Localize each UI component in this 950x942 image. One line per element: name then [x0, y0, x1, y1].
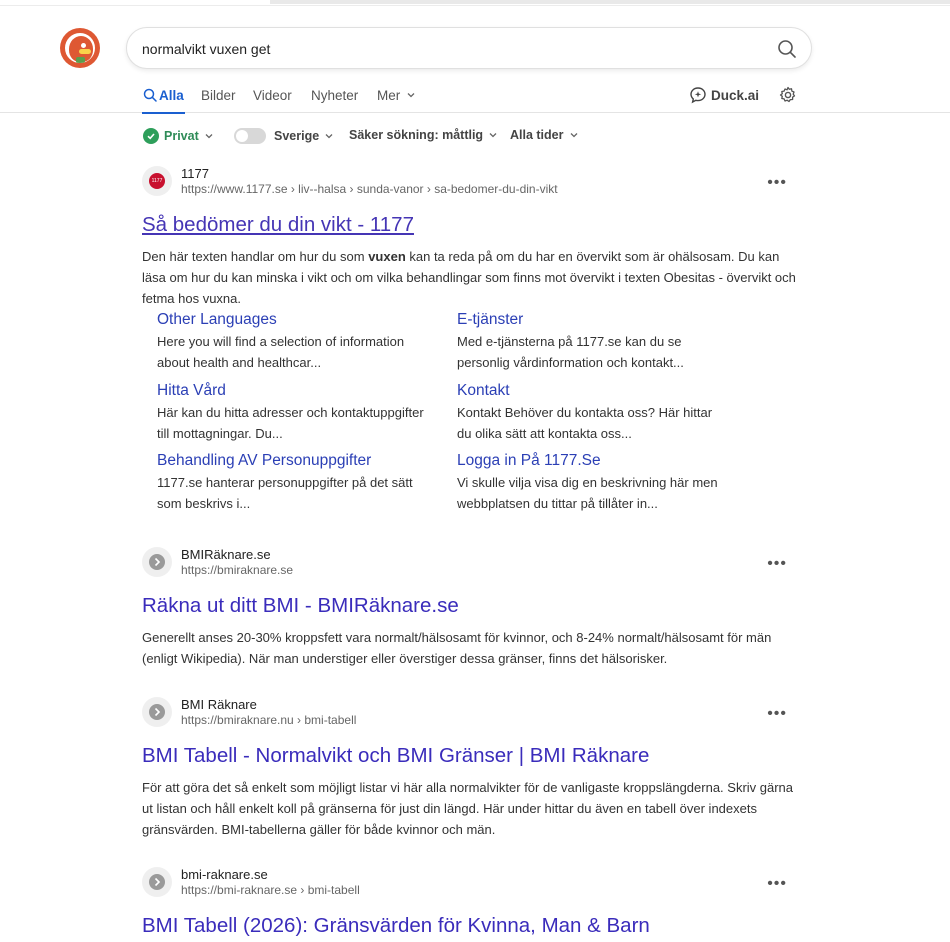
- chevron-down-icon: [407, 93, 415, 98]
- chevron-right-icon: [149, 704, 165, 720]
- sitelink-desc: Here you will find a selection of inform…: [157, 334, 405, 370]
- more-options-icon[interactable]: •••: [767, 875, 787, 893]
- favicon-1177-icon: 1177: [149, 173, 165, 189]
- duckai-label: Duck.ai: [711, 87, 760, 103]
- duckai-button[interactable]: Duck.ai: [689, 86, 759, 104]
- site-url: https://www.1177.se › liv--halsa › sunda…: [181, 182, 558, 196]
- chevron-down-icon: [205, 134, 213, 139]
- sitelink-title[interactable]: E-tjänster: [457, 311, 727, 329]
- duck-logo-icon: [63, 31, 97, 65]
- region-toggle[interactable]: [234, 128, 266, 144]
- sitelink-title[interactable]: Hitta Vård: [157, 382, 427, 400]
- sitelink-desc: Kontakt Behöver du kontakta oss? Här hit…: [457, 405, 713, 441]
- result-source[interactable]: bmi-raknare.se https://bmi-raknare.se › …: [142, 867, 802, 897]
- tab-nyheter[interactable]: Nyheter: [311, 88, 358, 103]
- search-icon: [143, 88, 157, 102]
- duckduckgo-logo[interactable]: [60, 28, 100, 68]
- sitelink[interactable]: E-tjänster Med e-tjänsterna på 1177.se k…: [457, 311, 727, 373]
- sitelink-title[interactable]: Logga in På 1177.Se: [457, 452, 727, 470]
- result-title[interactable]: BMI Tabell - Normalvikt och BMI Gränser …: [142, 744, 802, 768]
- gear-icon[interactable]: [779, 86, 797, 104]
- tab-alla[interactable]: Alla: [142, 88, 185, 114]
- chevron-down-icon: [570, 133, 577, 138]
- result-snippet: För att göra det så enkelt som möjligt l…: [142, 780, 794, 837]
- sitelink[interactable]: Hitta Vård Här kan du hitta adresser och…: [157, 382, 427, 444]
- site-url: https://bmi-raknare.se › bmi-tabell: [181, 883, 360, 897]
- result-source[interactable]: BMI Räknare https://bmiraknare.nu › bmi-…: [142, 697, 802, 727]
- sitelink[interactable]: Other Languages Here you will find a sel…: [157, 311, 427, 373]
- sitelink-desc: Vi skulle vilja visa dig en beskrivning …: [457, 475, 718, 511]
- chevron-right-icon: [149, 554, 165, 570]
- sitelink-title[interactable]: Behandling AV Personuppgifter: [157, 452, 427, 470]
- site-name: BMI Räknare: [181, 697, 257, 712]
- search-input[interactable]: normalvikt vuxen get: [142, 41, 270, 57]
- tab-videor[interactable]: Videor: [253, 88, 292, 103]
- site-name: BMIRäknare.se: [181, 547, 271, 562]
- sitelink-desc: 1177.se hanterar personuppgifter på det …: [157, 475, 413, 511]
- search-filters: Privat Sverige Säker sökning: måttlig Al…: [0, 124, 950, 148]
- region-label: Sverige: [274, 129, 320, 143]
- sitelink-desc: Med e-tjänsterna på 1177.se kan du se pe…: [457, 334, 684, 370]
- sitelink[interactable]: Behandling AV Personuppgifter 1177.se ha…: [157, 452, 427, 514]
- site-favicon: [142, 547, 172, 577]
- time-label: Alla tider: [510, 128, 564, 142]
- time-filter[interactable]: Alla tider: [510, 128, 579, 142]
- region-filter[interactable]: Sverige: [234, 128, 334, 144]
- sitelink[interactable]: Logga in På 1177.Se Vi skulle vilja visa…: [457, 452, 727, 514]
- site-favicon: [142, 867, 172, 897]
- more-options-icon[interactable]: •••: [767, 705, 787, 723]
- site-url: https://bmiraknare.se: [181, 563, 294, 577]
- search-icon[interactable]: [777, 39, 797, 59]
- sitelink-title[interactable]: Other Languages: [157, 311, 427, 329]
- search-result: 1177 1177 https://www.1177.se › liv--hal…: [142, 166, 802, 309]
- safe-search-label: Säker sökning: måttlig: [349, 128, 484, 142]
- result-snippet: Generellt anses 20-30% kroppsfett vara n…: [142, 630, 772, 666]
- result-title[interactable]: Så bedömer du din vikt - 1177: [142, 213, 802, 237]
- tab-mer[interactable]: Mer: [377, 88, 416, 103]
- site-favicon: 1177: [142, 166, 172, 196]
- result-title[interactable]: BMI Tabell (2026): Gränsvärden för Kvinn…: [142, 914, 802, 938]
- search-result: BMIRäknare.se https://bmiraknare.se ••• …: [142, 547, 802, 669]
- tab-label: Mer: [377, 88, 401, 103]
- search-result: bmi-raknare.se https://bmi-raknare.se › …: [142, 867, 802, 938]
- more-options-icon[interactable]: •••: [767, 174, 787, 192]
- duckai-icon: [690, 87, 706, 104]
- search-result: BMI Räknare https://bmiraknare.nu › bmi-…: [142, 697, 802, 840]
- site-name: 1177: [181, 166, 209, 181]
- tab-label: Alla: [159, 88, 184, 103]
- check-icon: [143, 128, 159, 144]
- result-source[interactable]: 1177 1177 https://www.1177.se › liv--hal…: [142, 166, 802, 196]
- site-favicon: [142, 697, 172, 727]
- private-filter[interactable]: Privat: [143, 128, 214, 144]
- safe-search-filter[interactable]: Säker sökning: måttlig: [349, 128, 498, 142]
- sitelink[interactable]: Kontakt Kontakt Behöver du kontakta oss?…: [457, 382, 727, 444]
- private-label: Privat: [164, 129, 199, 143]
- search-bar[interactable]: normalvikt vuxen get: [126, 27, 812, 69]
- result-source[interactable]: BMIRäknare.se https://bmiraknare.se: [142, 547, 802, 577]
- result-snippet: Den här texten handlar om hur du som vux…: [142, 249, 796, 306]
- chevron-right-icon: [149, 874, 165, 890]
- browser-top-edge: [0, 0, 950, 6]
- chevron-down-icon: [325, 134, 333, 139]
- more-options-icon[interactable]: •••: [767, 555, 787, 573]
- horizontal-scrollbar[interactable]: [270, 0, 950, 4]
- search-tabs: Alla Bilder Videor Nyheter Mer Duck.ai: [0, 78, 950, 114]
- tab-bilder[interactable]: Bilder: [201, 88, 236, 103]
- sitelink-desc: Här kan du hitta adresser och kontaktupp…: [157, 405, 424, 441]
- sitelink-title[interactable]: Kontakt: [457, 382, 727, 400]
- chevron-down-icon: [489, 133, 497, 138]
- sitelinks: Other Languages Here you will find a sel…: [157, 311, 737, 521]
- site-url: https://bmiraknare.nu › bmi-tabell: [181, 713, 357, 727]
- site-name: bmi-raknare.se: [181, 867, 268, 882]
- result-title[interactable]: Räkna ut ditt BMI - BMIRäknare.se: [142, 594, 802, 618]
